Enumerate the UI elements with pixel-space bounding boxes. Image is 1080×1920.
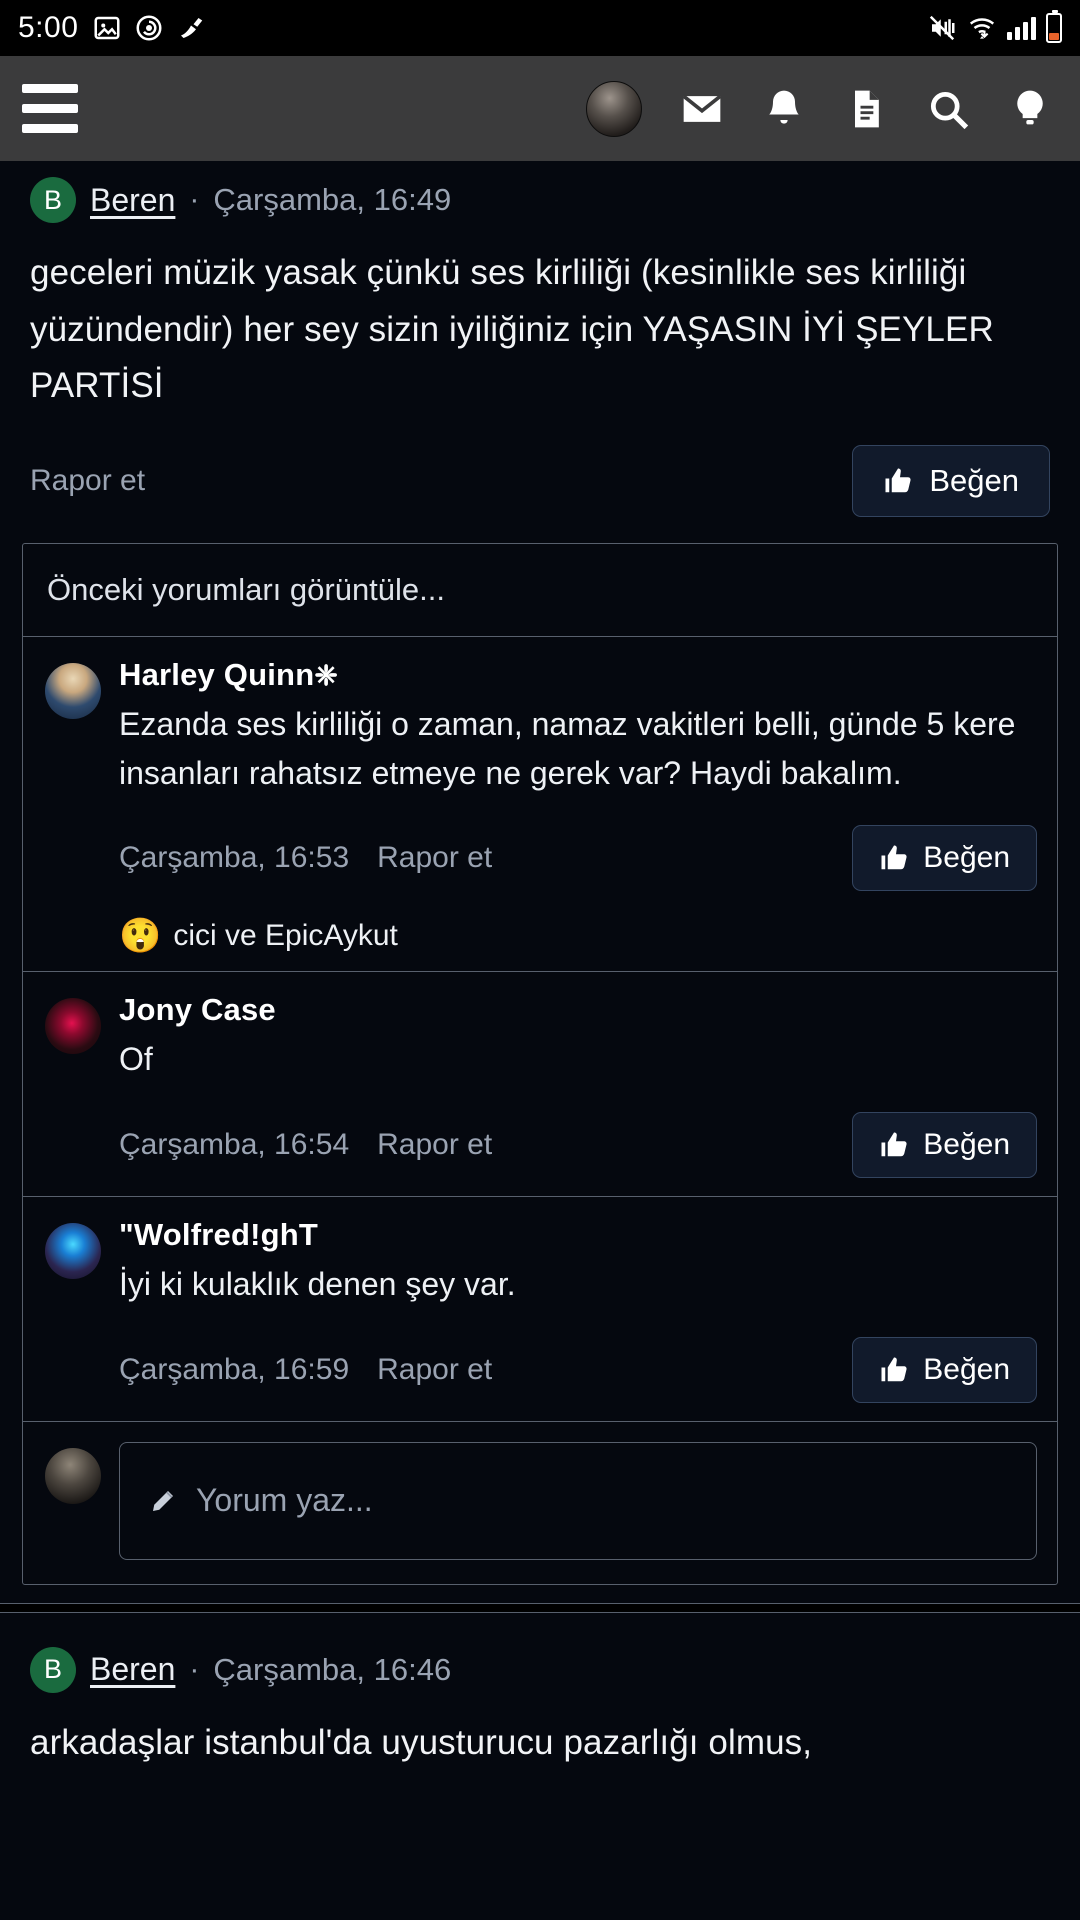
comment-like-button[interactable]: Beğen: [852, 1111, 1037, 1178]
like-label: Beğen: [929, 463, 1019, 499]
comments-container: Önceki yorumları görüntüle... Harley Qui…: [22, 543, 1058, 1585]
user-avatar[interactable]: [586, 80, 642, 137]
comment-author[interactable]: Harley Quinn❈: [119, 657, 1037, 693]
comment-author-name: Harley Quinn: [119, 657, 315, 693]
thumbs-up-icon: [881, 845, 907, 870]
post-actions: Rapor et Beğen: [30, 423, 1050, 543]
surprised-face-icon: 😲: [119, 917, 162, 956]
comment-footer: Çarşamba, 16:53 Rapor et Beğen: [119, 825, 1037, 892]
feed-spacer: [0, 1584, 1080, 1603]
view-previous-comments-link[interactable]: Önceki yorumları görüntüle...: [23, 544, 1057, 638]
harley-quinn-avatar[interactable]: [45, 663, 101, 720]
document-icon[interactable]: [844, 87, 888, 131]
feed: B Beren · Çarşamba, 16:49 geceleri müzik…: [0, 161, 1080, 1780]
post-header: B Beren · Çarşamba, 16:49: [30, 161, 1050, 223]
comment-like-label: Beğen: [923, 1352, 1010, 1386]
status-left-icons: [92, 13, 206, 43]
post-author[interactable]: Beren: [90, 1651, 175, 1688]
bulb-icon[interactable]: [1008, 87, 1052, 131]
post-header: B Beren · Çarşamba, 16:46: [30, 1631, 1050, 1693]
hamburger-menu-icon[interactable]: [22, 84, 78, 133]
post-body: geceleri müzik yasak çünkü ses kirliliği…: [30, 253, 994, 406]
comment-item: "Wolfred!ghT İyi ki kulaklık denen şey v…: [23, 1197, 1057, 1422]
comment-report-link[interactable]: Rapor et: [377, 841, 492, 875]
cleaner-icon: [181, 18, 203, 38]
verified-badge-icon: ❈: [314, 660, 339, 692]
comment-author[interactable]: "Wolfred!ghT: [119, 1217, 1037, 1253]
comment-item: Harley Quinn❈ Ezanda ses kirliliği o zam…: [23, 637, 1057, 973]
comment-like-label: Beğen: [923, 841, 1010, 875]
comment-like-label: Beğen: [923, 1127, 1010, 1161]
pencil-icon: [153, 1490, 173, 1511]
android-status-bar: 5:00: [0, 0, 1080, 56]
thumbs-up-icon: [881, 1132, 907, 1157]
like-button[interactable]: Beğen: [852, 445, 1050, 518]
post-body: arkadaşlar istanbul'da uyusturucu pazarl…: [30, 1722, 813, 1762]
separator: ·: [189, 183, 200, 216]
screen-record-icon: [136, 15, 162, 41]
avatar: B: [30, 177, 76, 223]
comment-report-link[interactable]: Rapor et: [377, 1353, 492, 1387]
bell-icon[interactable]: [762, 87, 806, 131]
battery-icon: [1046, 10, 1062, 43]
comment-text: Ezanda ses kirliliği o zaman, namaz vaki…: [119, 706, 1016, 791]
mail-icon[interactable]: [680, 87, 724, 131]
thumbs-up-icon: [881, 1357, 907, 1381]
avatar: B: [30, 1646, 76, 1693]
image-icon: [94, 16, 120, 40]
jony-case-avatar[interactable]: [45, 998, 101, 1055]
search-icon[interactable]: [926, 87, 970, 131]
comment-text: İyi ki kulaklık denen şey var.: [119, 1265, 516, 1302]
status-clock: 5:00: [18, 11, 79, 44]
comment-text: Of: [119, 1041, 153, 1078]
comment-author[interactable]: Jony Case: [119, 992, 1037, 1028]
comment-item: Jony Case Of Çarşamba, 16:54 Rapor et Be…: [23, 972, 1057, 1197]
current-user-avatar[interactable]: [45, 1447, 101, 1504]
comment-timestamp: Çarşamba, 16:54: [119, 1127, 350, 1161]
wolfred-avatar[interactable]: [45, 1222, 101, 1279]
status-right-icons: [927, 10, 1062, 43]
comment-timestamp: Çarşamba, 16:59: [119, 1352, 350, 1386]
comment-footer: Çarşamba, 16:54 Rapor et Beğen: [119, 1111, 1037, 1178]
comment-input-placeholder: Yorum yaz...: [196, 1482, 373, 1519]
post-divider: [0, 1602, 1080, 1613]
comment-like-button[interactable]: Beğen: [852, 825, 1037, 892]
app-toolbar: [0, 56, 1080, 161]
post: B Beren · Çarşamba, 16:46 arkadaşlar ist…: [0, 1613, 1080, 1780]
mute-vibrate-icon: [929, 15, 955, 41]
wifi-icon: [969, 18, 995, 39]
post-author[interactable]: Beren: [90, 182, 175, 219]
comment-composer: Yorum yaz...: [23, 1422, 1057, 1584]
comment-author-name: "Wolfred!ghT: [119, 1216, 319, 1252]
thumbs-up-icon: [885, 468, 911, 493]
comment-input[interactable]: Yorum yaz...: [119, 1441, 1037, 1560]
report-link[interactable]: Rapor et: [30, 464, 145, 498]
post: B Beren · Çarşamba, 16:49 geceleri müzik…: [0, 161, 1080, 543]
reaction-names: cici ve EpicAykut: [173, 919, 398, 953]
separator: ·: [189, 1652, 200, 1686]
comment-like-button[interactable]: Beğen: [852, 1336, 1037, 1403]
signal-icon: [1007, 16, 1036, 40]
comment-footer: Çarşamba, 16:59 Rapor et Beğen: [119, 1336, 1037, 1403]
comment-reactions[interactable]: 😲 cici ve EpicAykut: [119, 919, 1037, 953]
post-timestamp: Çarşamba, 16:46: [213, 1651, 452, 1687]
comment-timestamp: Çarşamba, 16:53: [119, 841, 350, 875]
comment-report-link[interactable]: Rapor et: [377, 1128, 492, 1162]
post-timestamp: Çarşamba, 16:49: [213, 182, 452, 217]
comment-author-name: Jony Case: [119, 992, 276, 1028]
